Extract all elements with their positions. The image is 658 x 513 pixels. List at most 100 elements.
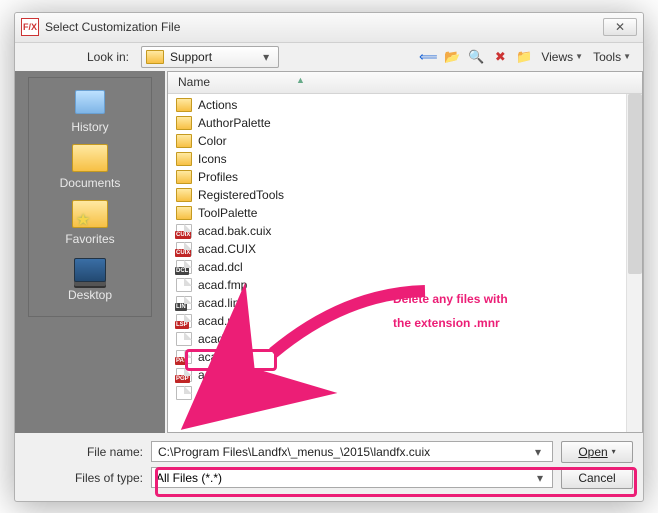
select-customization-file-dialog: F/X Select Customization File ✕ Look in:… [14, 12, 644, 502]
chevron-down-icon: ▾ [530, 445, 546, 459]
file-row[interactable]: PGP acad.pgp [168, 366, 642, 384]
delete-button[interactable]: ✖ [491, 48, 509, 66]
toolbar: Look in: Support ▾ ⟸ 📂 🔍 ✖ 📁 Views ▼ Too… [15, 43, 643, 71]
file-icon: PGP [176, 368, 192, 382]
file-icon [176, 332, 192, 346]
places-item-label: Favorites [65, 232, 114, 246]
file-name: acad.pat [198, 350, 244, 364]
file-name: AuthorPalette [198, 116, 271, 130]
tools-menu[interactable]: Tools ▼ [591, 50, 633, 64]
file-name: ToolPalette [198, 206, 257, 220]
folder-icon [176, 206, 192, 220]
chevron-down-icon: ▾ [258, 50, 274, 64]
places-sidebar: History Documents Favorites Desktop [15, 71, 165, 433]
cancel-button[interactable]: Cancel [561, 467, 633, 489]
file-row[interactable]: DCL acad.dcl [168, 258, 642, 276]
close-icon: ✕ [615, 20, 625, 34]
files-of-type-value: All Files (*.*) [156, 471, 222, 485]
file-row[interactable]: PAT acad.pat [168, 348, 642, 366]
file-name-value: C:\Program Files\Landfx\_menus_\2015\lan… [158, 445, 430, 459]
file-name: acad.pgp [198, 368, 247, 382]
tools-label: Tools [593, 50, 621, 64]
file-row[interactable]: CUIX acad.bak.cuix [168, 222, 642, 240]
folder-row[interactable]: Color [168, 132, 642, 150]
file-icon: DCL [176, 260, 192, 274]
folder-row[interactable]: AuthorPalette [168, 114, 642, 132]
name-column-header: Name [178, 75, 210, 89]
file-list-area: Name ▲ Actions AuthorPalette Color Icons Pro… [167, 71, 643, 433]
file-list[interactable]: Actions AuthorPalette Color Icons Profiles Re… [168, 94, 642, 432]
file-row[interactable]: LSPacad.mnl [168, 312, 642, 330]
file-row[interactable]: LIN acad.lin [168, 294, 642, 312]
app-icon: F/X [21, 18, 39, 36]
folder-icon [176, 116, 192, 130]
list-header[interactable]: Name ▲ [168, 72, 642, 94]
views-label: Views [541, 50, 573, 64]
history-icon [70, 86, 110, 118]
folder-icon [176, 188, 192, 202]
folder-icon [70, 142, 110, 174]
file-row[interactable]: acad.mnr [168, 330, 642, 348]
file-name-label: File name: [25, 445, 143, 459]
dialog-title: Select Customization File [45, 20, 180, 34]
fav-icon [70, 198, 110, 230]
scrollbar-thumb[interactable] [628, 94, 642, 274]
up-one-level-button[interactable]: 📂 [443, 48, 461, 66]
file-name: RegisteredTools [198, 188, 284, 202]
file-icon: LIN [176, 296, 192, 310]
file-name: Icons [198, 152, 227, 166]
file-name: acad.mnl [198, 314, 247, 328]
places-item-documents[interactable]: Documents [60, 142, 121, 190]
folder-icon [176, 170, 192, 184]
folder-icon [176, 98, 192, 112]
chevron-down-icon: ▾ [532, 471, 548, 485]
titlebar: F/X Select Customization File ✕ [15, 13, 643, 43]
file-name: acad.psf [198, 386, 243, 400]
file-row[interactable]: CUIX acad.CUIX [168, 240, 642, 258]
desktop-icon [70, 254, 110, 286]
vertical-scrollbar[interactable] [626, 94, 642, 432]
files-of-type-combo[interactable]: All Files (*.*) ▾ [151, 467, 553, 488]
dialog-bottom: File name: C:\Program Files\Landfx\_menu… [15, 433, 643, 501]
file-name-input[interactable]: C:\Program Files\Landfx\_menus_\2015\lan… [151, 441, 553, 462]
close-button[interactable]: ✕ [603, 18, 637, 36]
files-of-type-label: Files of type: [25, 471, 143, 485]
file-name: Profiles [198, 170, 238, 184]
file-row[interactable]: acad.psf [168, 384, 642, 402]
folder-icon [176, 134, 192, 148]
views-menu[interactable]: Views ▼ [539, 50, 585, 64]
file-icon: CUIX [176, 242, 192, 256]
chevron-down-icon: ▼ [575, 52, 583, 61]
folder-row[interactable]: Profiles [168, 168, 642, 186]
places-item-history[interactable]: History [70, 86, 110, 134]
file-icon: CUIX [176, 224, 192, 238]
folder-row[interactable]: ToolPalette [168, 204, 642, 222]
file-name: Actions [198, 98, 237, 112]
file-row[interactable]: acad.fmp [168, 276, 642, 294]
chevron-down-icon: ▼ [623, 52, 631, 61]
open-button-label: Open [578, 445, 607, 459]
places-item-label: Documents [60, 176, 121, 190]
file-name: acad.dcl [198, 260, 243, 274]
folder-row[interactable]: RegisteredTools [168, 186, 642, 204]
file-icon [176, 386, 192, 400]
file-name: acad.CUIX [198, 242, 256, 256]
back-button[interactable]: ⟸ [419, 48, 437, 66]
file-icon: PAT [176, 350, 192, 364]
look-in-combo[interactable]: Support ▾ [141, 46, 279, 68]
folder-icon [146, 50, 164, 64]
file-name: acad.bak.cuix [198, 224, 271, 238]
places-item-desktop[interactable]: Desktop [68, 254, 112, 302]
file-icon [176, 278, 192, 292]
places-item-label: History [71, 120, 108, 134]
look-in-label: Look in: [15, 50, 135, 64]
places-item-favorites[interactable]: Favorites [65, 198, 114, 246]
search-button[interactable]: 🔍 [467, 48, 485, 66]
open-button[interactable]: Open [561, 441, 633, 463]
folder-icon [176, 152, 192, 166]
file-name: acad.lin [198, 296, 239, 310]
places-item-label: Desktop [68, 288, 112, 302]
folder-row[interactable]: Icons [168, 150, 642, 168]
new-folder-button[interactable]: 📁 [515, 48, 533, 66]
folder-row[interactable]: Actions [168, 96, 642, 114]
